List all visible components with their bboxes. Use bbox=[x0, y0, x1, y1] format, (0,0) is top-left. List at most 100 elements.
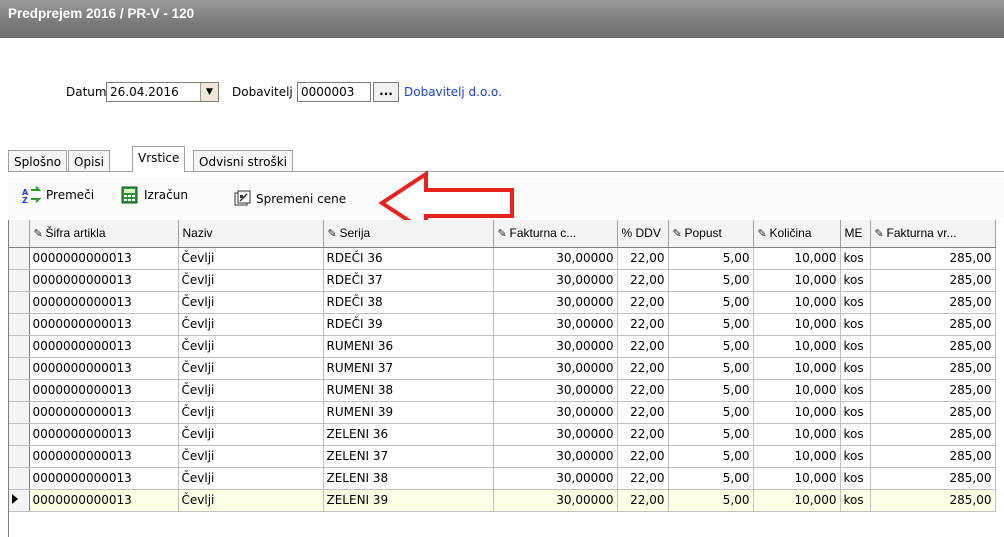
cell-fakturna-vrednost[interactable]: 285,00 bbox=[870, 357, 996, 380]
cell-fakturna-vrednost[interactable]: 285,00 bbox=[870, 445, 996, 468]
cell-ddv[interactable]: 22,00 bbox=[617, 423, 669, 446]
table-row[interactable]: 0000000000013 Čevlji RDEČI 39 30,00000 22,00… bbox=[9, 313, 996, 336]
row-indicator[interactable] bbox=[9, 401, 30, 424]
cell-me[interactable]: kos bbox=[840, 401, 871, 424]
table-row[interactable]: 0000000000013 Čevlji RUMENI 38 30,00000 22,0… bbox=[9, 379, 996, 402]
cell-sifra[interactable]: 0000000000013 bbox=[29, 357, 179, 380]
cell-sifra[interactable]: 0000000000013 bbox=[29, 401, 179, 424]
cell-popust[interactable]: 5,00 bbox=[668, 335, 754, 358]
cell-fakturna-cena[interactable]: 30,00000 bbox=[493, 357, 618, 380]
cell-kolicina[interactable]: 10,000 bbox=[753, 357, 841, 380]
supplier-lookup-button[interactable]: ... bbox=[373, 82, 399, 102]
cell-naziv[interactable]: Čevlji bbox=[178, 401, 324, 424]
cell-popust[interactable]: 5,00 bbox=[668, 291, 754, 314]
cell-naziv[interactable]: Čevlji bbox=[178, 247, 324, 270]
table-row[interactable]: 0000000000013 Čevlji RUMENI 39 30,00000 22,0… bbox=[9, 401, 996, 424]
cell-serija[interactable]: RDEČI 37 bbox=[323, 269, 494, 292]
cell-fakturna-cena[interactable]: 30,00000 bbox=[493, 401, 618, 424]
cell-serija[interactable]: RDEČI 38 bbox=[323, 291, 494, 314]
cell-fakturna-cena[interactable]: 30,00000 bbox=[493, 291, 618, 314]
cell-fakturna-cena[interactable]: 30,00000 bbox=[493, 489, 618, 512]
cell-serija[interactable]: RUMENI 36 bbox=[323, 335, 494, 358]
cell-serija[interactable]: RDEČI 39 bbox=[323, 313, 494, 336]
col-header-naziv[interactable]: Naziv bbox=[178, 220, 324, 248]
cell-fakturna-vrednost[interactable]: 285,00 bbox=[870, 467, 996, 490]
cell-sifra[interactable]: 0000000000013 bbox=[29, 445, 179, 468]
cell-naziv[interactable]: Čevlji bbox=[178, 423, 324, 446]
cell-fakturna-vrednost[interactable]: 285,00 bbox=[870, 335, 996, 358]
cell-me[interactable]: kos bbox=[840, 291, 871, 314]
cell-kolicina[interactable]: 10,000 bbox=[753, 445, 841, 468]
cell-kolicina[interactable]: 10,000 bbox=[753, 269, 841, 292]
cell-sifra[interactable]: 0000000000013 bbox=[29, 269, 179, 292]
lines-grid[interactable]: ✎ Šifra artikla Naziv ✎ Serija ✎ Fakturna c… bbox=[8, 220, 1004, 537]
cell-kolicina[interactable]: 10,000 bbox=[753, 401, 841, 424]
cell-ddv[interactable]: 22,00 bbox=[617, 489, 669, 512]
cell-popust[interactable]: 5,00 bbox=[668, 269, 754, 292]
cell-naziv[interactable]: Čevlji bbox=[178, 357, 324, 380]
tab-odvisni-stroski[interactable]: Odvisni stroški bbox=[193, 150, 294, 172]
cell-naziv[interactable]: Čevlji bbox=[178, 313, 324, 336]
date-picker[interactable]: 26.04.2016 ▼ bbox=[106, 82, 219, 102]
cell-ddv[interactable]: 22,00 bbox=[617, 357, 669, 380]
cell-popust[interactable]: 5,00 bbox=[668, 489, 754, 512]
cell-me[interactable]: kos bbox=[840, 247, 871, 270]
cell-sifra[interactable]: 0000000000013 bbox=[29, 313, 179, 336]
cell-serija[interactable]: RUMENI 39 bbox=[323, 401, 494, 424]
cell-fakturna-vrednost[interactable]: 285,00 bbox=[870, 291, 996, 314]
cell-sifra[interactable]: 0000000000013 bbox=[29, 247, 179, 270]
row-indicator[interactable] bbox=[9, 357, 30, 380]
col-header-me[interactable]: ME bbox=[840, 220, 871, 248]
table-row[interactable]: 0000000000013 Čevlji ZELENI 36 30,00000 22,0… bbox=[9, 423, 996, 446]
cell-naziv[interactable]: Čevlji bbox=[178, 489, 324, 512]
cell-ddv[interactable]: 22,00 bbox=[617, 269, 669, 292]
cell-me[interactable]: kos bbox=[840, 423, 871, 446]
col-header-fakturna-cena[interactable]: ✎ Fakturna c... bbox=[493, 220, 618, 248]
cell-kolicina[interactable]: 10,000 bbox=[753, 335, 841, 358]
cell-popust[interactable]: 5,00 bbox=[668, 379, 754, 402]
cell-serija[interactable]: ZELENI 37 bbox=[323, 445, 494, 468]
cell-fakturna-cena[interactable]: 30,00000 bbox=[493, 445, 618, 468]
cell-sifra[interactable]: 0000000000013 bbox=[29, 335, 179, 358]
cell-ddv[interactable]: 22,00 bbox=[617, 445, 669, 468]
row-indicator[interactable] bbox=[9, 467, 30, 490]
col-header-popust[interactable]: ✎ Popust bbox=[668, 220, 754, 248]
cell-me[interactable]: kos bbox=[840, 445, 871, 468]
row-indicator[interactable] bbox=[9, 379, 30, 402]
table-row[interactable]: 0000000000013 Čevlji RDEČI 37 30,00000 22,00… bbox=[9, 269, 996, 292]
row-indicator[interactable] bbox=[9, 247, 30, 270]
change-prices-button[interactable]: Spremeni cene bbox=[232, 188, 346, 210]
cell-fakturna-vrednost[interactable]: 285,00 bbox=[870, 247, 996, 270]
table-row[interactable]: 0000000000013 Čevlji RUMENI 37 30,00000 22,0… bbox=[9, 357, 996, 380]
cell-sifra[interactable]: 0000000000013 bbox=[29, 489, 179, 512]
row-indicator[interactable] bbox=[9, 445, 30, 468]
cell-fakturna-cena[interactable]: 30,00000 bbox=[493, 313, 618, 336]
col-header-fakturna-vrednost[interactable]: ✎ Fakturna vr... bbox=[870, 220, 996, 248]
cell-naziv[interactable]: Čevlji bbox=[178, 379, 324, 402]
cell-sifra[interactable]: 0000000000013 bbox=[29, 291, 179, 314]
row-indicator[interactable] bbox=[9, 291, 30, 314]
supplier-code-input[interactable]: 0000003 bbox=[297, 82, 371, 102]
cell-fakturna-cena[interactable]: 30,00000 bbox=[493, 467, 618, 490]
cell-popust[interactable]: 5,00 bbox=[668, 313, 754, 336]
cell-ddv[interactable]: 22,00 bbox=[617, 335, 669, 358]
cell-serija[interactable]: RDEČI 36 bbox=[323, 247, 494, 270]
cell-serija[interactable]: RUMENI 38 bbox=[323, 379, 494, 402]
cell-ddv[interactable]: 22,00 bbox=[617, 467, 669, 490]
cell-me[interactable]: kos bbox=[840, 379, 871, 402]
cell-me[interactable]: kos bbox=[840, 313, 871, 336]
cell-me[interactable]: kos bbox=[840, 357, 871, 380]
cell-me[interactable]: kos bbox=[840, 489, 871, 512]
cell-naziv[interactable]: Čevlji bbox=[178, 467, 324, 490]
col-header-sifra[interactable]: ✎ Šifra artikla bbox=[29, 220, 179, 248]
cell-sifra[interactable]: 0000000000013 bbox=[29, 379, 179, 402]
row-indicator[interactable] bbox=[9, 313, 30, 336]
table-row[interactable]: 0000000000013 Čevlji ZELENI 39 30,00000 22,0… bbox=[9, 489, 996, 512]
cell-kolicina[interactable]: 10,000 bbox=[753, 291, 841, 314]
cell-fakturna-vrednost[interactable]: 285,00 bbox=[870, 489, 996, 512]
table-row[interactable]: 0000000000013 Čevlji RDEČI 38 30,00000 22,00… bbox=[9, 291, 996, 314]
cell-serija[interactable]: ZELENI 36 bbox=[323, 423, 494, 446]
calculate-button[interactable]: Izračun bbox=[120, 184, 188, 206]
tab-opisi[interactable]: Opisi bbox=[68, 150, 110, 172]
table-row[interactable]: 0000000000013 Čevlji ZELENI 37 30,00000 22,0… bbox=[9, 445, 996, 468]
